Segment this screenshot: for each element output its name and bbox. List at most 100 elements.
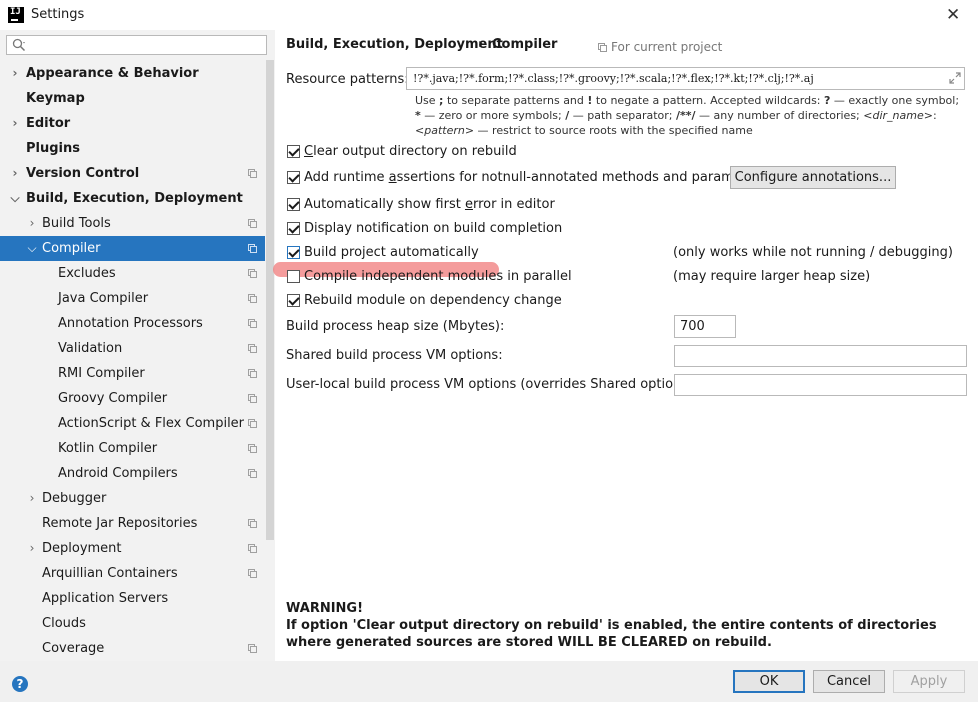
chevron-right-icon[interactable]: ›: [10, 61, 20, 86]
sidebar-scrollbar[interactable]: [266, 60, 274, 540]
chevron-right-icon[interactable]: ›: [27, 211, 37, 236]
rebuild-module-checkbox[interactable]: [287, 294, 300, 307]
sidebar-item-label: Excludes: [58, 266, 116, 281]
resource-patterns-label: Resource patterns:: [286, 72, 409, 87]
project-scope-icon: [248, 244, 257, 253]
project-scope-icon: [248, 469, 257, 478]
sidebar-item-label: Version Control: [26, 166, 140, 181]
project-scope-icon: [248, 319, 257, 328]
sidebar-item[interactable]: Clouds: [0, 611, 265, 636]
build-automatically-label: Build project automatically: [304, 245, 479, 260]
project-scope-icon: [248, 369, 257, 378]
sidebar-item-label: Validation: [58, 341, 123, 356]
sidebar-item[interactable]: ⌵ Compiler: [0, 236, 265, 261]
configure-annotations-button[interactable]: Configure annotations...: [730, 166, 896, 189]
runtime-assertions-label: Add runtime assertions for notnull-annot…: [304, 170, 768, 185]
sidebar-item-label: Application Servers: [42, 591, 169, 606]
sidebar-item[interactable]: Excludes: [0, 261, 265, 286]
sidebar-item[interactable]: › Version Control: [0, 161, 265, 186]
expand-icon[interactable]: [949, 72, 961, 84]
sidebar-item-label: Build Tools: [42, 216, 111, 231]
ok-button[interactable]: OK: [733, 670, 805, 693]
sidebar-item[interactable]: › Appearance & Behavior: [0, 61, 265, 86]
settings-sidebar: › Appearance & Behavior Keymap › Editor Plugi…: [0, 30, 275, 661]
dialog-footer: ? OK Cancel Apply: [0, 661, 978, 702]
sidebar-item[interactable]: › Editor: [0, 111, 265, 136]
sidebar-item[interactable]: ActionScript & Flex Compiler: [0, 411, 265, 436]
chevron-down-icon[interactable]: ⌵: [27, 236, 37, 261]
runtime-assertions-checkbox[interactable]: [287, 171, 300, 184]
shared-vm-options-label: Shared build process VM options:: [286, 348, 503, 363]
search-icon: [12, 38, 26, 52]
sidebar-item-label: Clouds: [42, 616, 86, 631]
sidebar-item-label: RMI Compiler: [58, 366, 145, 381]
sidebar-item[interactable]: Kotlin Compiler: [0, 436, 265, 461]
project-scope-icon: [248, 444, 257, 453]
project-scope-icon: [248, 394, 257, 403]
for-current-project-label: For current project: [611, 40, 723, 54]
resource-patterns-help: Use ; to separate patterns and ! to nega…: [415, 94, 960, 137]
heap-size-input[interactable]: 700: [674, 315, 736, 338]
project-scope-icon: [248, 294, 257, 303]
sidebar-item[interactable]: Keymap: [0, 86, 265, 111]
sidebar-item[interactable]: › Debugger: [0, 486, 265, 511]
show-first-error-checkbox[interactable]: [287, 198, 300, 211]
project-scope-icon: [248, 544, 257, 553]
compile-parallel-note: (may require larger heap size): [673, 269, 871, 284]
chevron-right-icon[interactable]: ›: [10, 111, 20, 136]
chevron-right-icon[interactable]: ›: [27, 486, 37, 511]
cancel-button[interactable]: Cancel: [813, 670, 885, 693]
build-automatically-note: (only works while not running / debuggin…: [673, 245, 953, 260]
sidebar-item-label: Editor: [26, 116, 71, 131]
sidebar-item[interactable]: Coverage: [0, 636, 265, 661]
sidebar-item[interactable]: Application Servers: [0, 586, 265, 611]
build-automatically-checkbox[interactable]: [287, 246, 300, 259]
sidebar-item-label: Remote Jar Repositories: [42, 516, 198, 531]
copy-icon: [598, 43, 607, 52]
project-scope-icon: [248, 419, 257, 428]
sidebar-item-label: Compiler: [42, 241, 101, 256]
project-scope-icon: [248, 644, 257, 653]
rebuild-module-label: Rebuild module on dependency change: [304, 293, 562, 308]
user-vm-options-input[interactable]: [674, 374, 967, 396]
sidebar-item[interactable]: RMI Compiler: [0, 361, 265, 386]
chevron-right-icon[interactable]: ›: [10, 161, 20, 186]
sidebar-item[interactable]: ⌵ Build, Execution, Deployment: [0, 186, 265, 211]
sidebar-item-label: Appearance & Behavior: [26, 66, 199, 81]
apply-button[interactable]: Apply: [893, 670, 965, 693]
window-title: Settings: [31, 7, 85, 22]
sidebar-item[interactable]: Validation: [0, 336, 265, 361]
user-vm-options-label: User-local build process VM options (ove…: [286, 377, 698, 392]
close-icon[interactable]: ✕: [946, 5, 960, 25]
search-input[interactable]: [6, 35, 267, 55]
sidebar-item-label: ActionScript & Flex Compiler: [58, 416, 245, 431]
project-scope-icon: [248, 219, 257, 228]
sidebar-item-label: Android Compilers: [58, 466, 178, 481]
help-icon[interactable]: ?: [12, 676, 28, 692]
sidebar-item[interactable]: › Deployment: [0, 536, 265, 561]
title-bar: IJ Settings ✕: [0, 0, 978, 30]
chevron-down-icon[interactable]: ⌵: [10, 186, 20, 211]
sidebar-item-label: Arquillian Containers: [42, 566, 178, 581]
sidebar-item-label: Plugins: [26, 141, 80, 156]
sidebar-item[interactable]: Plugins: [0, 136, 265, 161]
sidebar-item[interactable]: Arquillian Containers: [0, 561, 265, 586]
chevron-right-icon[interactable]: ›: [27, 536, 37, 561]
display-notification-checkbox[interactable]: [287, 222, 300, 235]
for-current-project-note: For current project: [598, 40, 722, 54]
intellij-logo-icon: IJ: [8, 7, 24, 23]
resource-patterns-input[interactable]: !?*.java;!?*.form;!?*.class;!?*.groovy;!…: [406, 67, 965, 90]
sidebar-item[interactable]: Groovy Compiler: [0, 386, 265, 411]
sidebar-item[interactable]: › Build Tools: [0, 211, 265, 236]
project-scope-icon: [248, 169, 257, 178]
breadcrumb-parent: Build, Execution, Deployment: [286, 37, 503, 52]
compile-parallel-checkbox[interactable]: [287, 270, 300, 283]
clear-output-checkbox[interactable]: [287, 145, 300, 158]
sidebar-item[interactable]: Android Compilers: [0, 461, 265, 486]
sidebar-item[interactable]: Annotation Processors: [0, 311, 265, 336]
sidebar-item-label: Annotation Processors: [58, 316, 203, 331]
sidebar-item-label: Deployment: [42, 541, 122, 556]
shared-vm-options-input[interactable]: [674, 345, 967, 367]
sidebar-item[interactable]: Java Compiler: [0, 286, 265, 311]
sidebar-item[interactable]: Remote Jar Repositories: [0, 511, 265, 536]
